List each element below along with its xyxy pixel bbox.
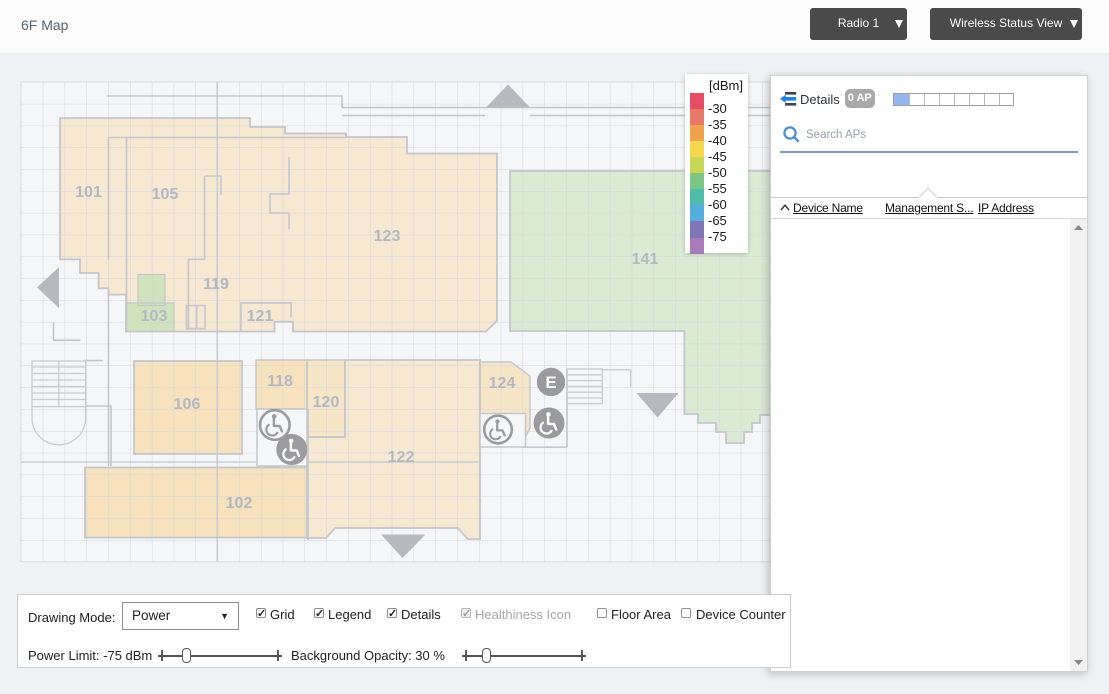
svg-text:101: 101: [75, 184, 102, 201]
svg-text:E: E: [545, 373, 556, 392]
svg-text:123: 123: [374, 228, 401, 245]
svg-text:103: 103: [141, 308, 168, 325]
svg-text:124: 124: [489, 375, 516, 392]
svg-text:141: 141: [632, 251, 659, 268]
svg-text:102: 102: [226, 495, 253, 512]
svg-text:119: 119: [203, 276, 229, 293]
svg-text:122: 122: [388, 449, 415, 466]
svg-text:120: 120: [313, 394, 340, 411]
svg-text:105: 105: [152, 186, 179, 203]
svg-text:121: 121: [247, 308, 274, 325]
svg-text:106: 106: [174, 396, 201, 413]
svg-text:118: 118: [267, 373, 293, 390]
